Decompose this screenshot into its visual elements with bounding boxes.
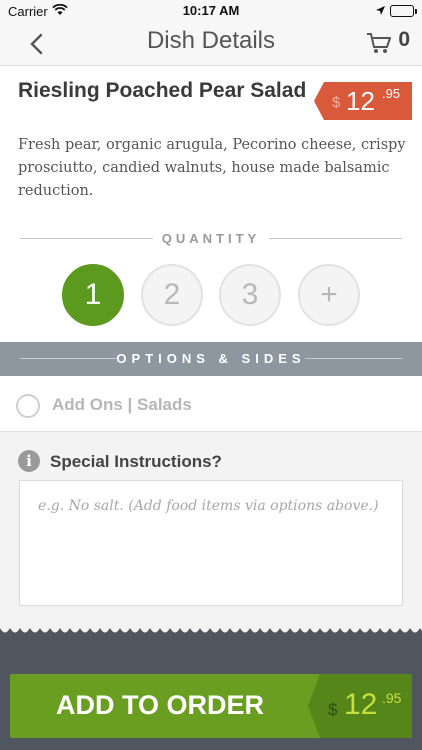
price-cents: .95 <box>382 86 401 101</box>
wavy-edge <box>0 628 422 633</box>
options-sides-header: OPTIONS & SIDES <box>0 342 422 376</box>
quantity-more-button[interactable]: + <box>298 264 360 326</box>
quantity-option-1[interactable]: 1 <box>62 264 124 326</box>
cart-icon[interactable] <box>366 31 392 55</box>
add-to-order-label: ADD TO ORDER <box>55 690 264 720</box>
price-whole: 12 <box>344 688 378 721</box>
price-whole: 12 <box>346 86 375 116</box>
option-add-ons-salads[interactable]: Add Ons | Salads <box>0 376 422 432</box>
quantity-option-3[interactable]: 3 <box>219 264 281 326</box>
price-currency: $ <box>328 700 338 719</box>
status-time: 10:17 AM <box>182 3 240 18</box>
location-arrow-icon <box>376 6 385 15</box>
status-bar: Carrier 10:17 AM <box>0 0 422 22</box>
divider-line <box>305 358 402 359</box>
footer: ADD TO ORDER $ 12 .95 <box>0 628 422 750</box>
cart-count-badge[interactable]: 0 <box>398 28 410 52</box>
radio-button[interactable] <box>16 394 40 418</box>
add-to-order-price: $ 12 .95 <box>308 674 412 738</box>
quantity-header: QUANTITY <box>20 229 402 249</box>
navigation-bar: Dish Details 0 <box>0 22 422 66</box>
price-tag: $ 12 .95 <box>314 82 412 120</box>
option-label: Add Ons | Salads <box>52 395 192 414</box>
info-icon: i <box>18 450 40 472</box>
price-currency: $ <box>332 94 341 111</box>
divider-line <box>269 238 402 239</box>
dish-description: Fresh pear, organic arugula, Pecorino ch… <box>18 137 406 199</box>
dish-name: Riesling Poached Pear Salad <box>18 79 307 102</box>
add-to-order-button[interactable]: ADD TO ORDER $ 12 .95 <box>10 674 412 738</box>
price-cents: .95 <box>382 690 402 706</box>
battery-icon <box>390 5 417 17</box>
quantity-selector: 1 2 3 + <box>0 264 422 326</box>
page-title: Dish Details <box>146 27 276 54</box>
special-instructions-label: Special Instructions? <box>50 452 222 471</box>
special-instructions-field[interactable]: e.g. No salt. (Add food items via option… <box>19 480 403 606</box>
special-instructions-header: i Special Instructions? <box>18 450 408 474</box>
quantity-option-2[interactable]: 2 <box>141 264 203 326</box>
